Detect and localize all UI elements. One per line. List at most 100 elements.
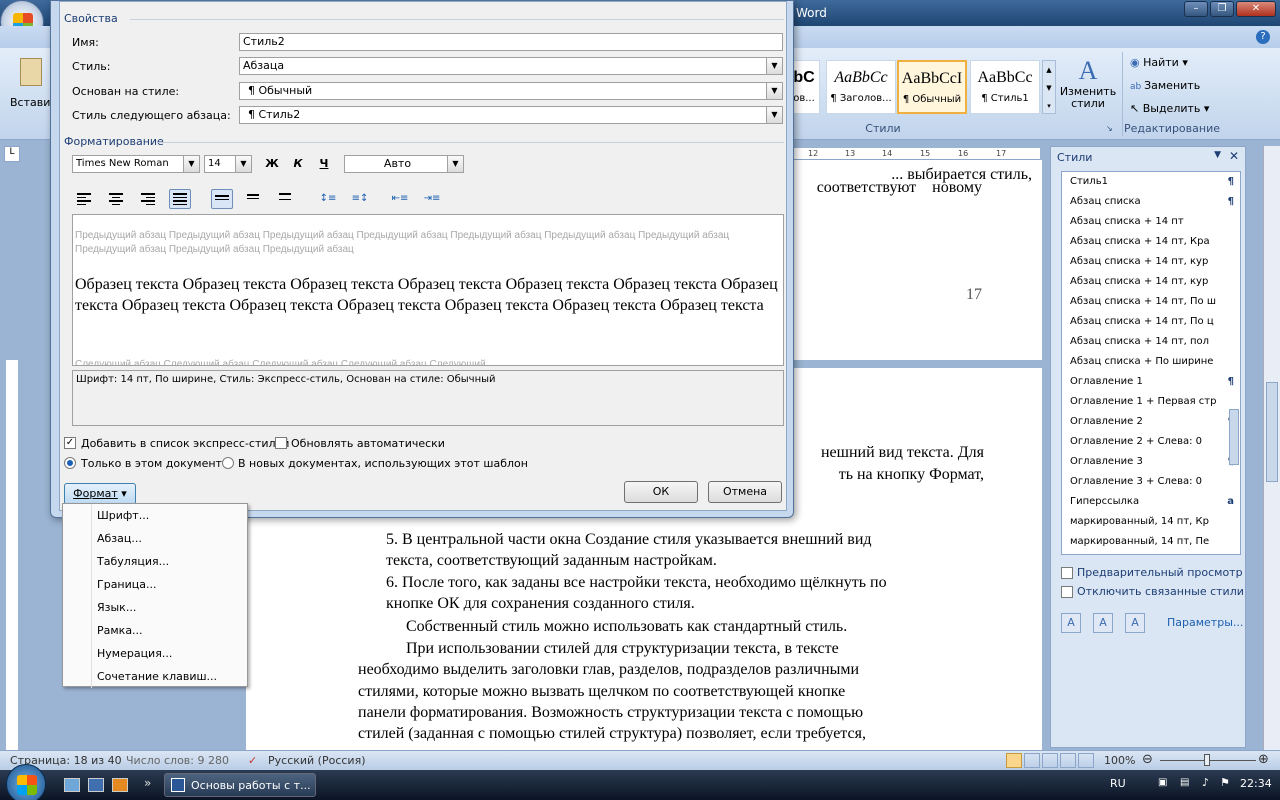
style-inspector-icon[interactable]: A: [1093, 613, 1113, 633]
style-tile-3[interactable]: AaBbCc ¶ Стиль1: [970, 60, 1040, 114]
close-window-button[interactable]: ✕: [1236, 1, 1276, 17]
double-spacing-button[interactable]: [275, 189, 297, 209]
taskbar-word-item[interactable]: Основы работы с т...: [164, 773, 316, 797]
help-icon[interactable]: ?: [1256, 30, 1270, 44]
params-link[interactable]: Параметры...: [1167, 616, 1243, 629]
scroll-thumb[interactable]: [1266, 382, 1278, 482]
maximize-button[interactable]: ❐: [1210, 1, 1234, 17]
manage-styles-icon[interactable]: A: [1125, 613, 1145, 633]
start-button[interactable]: [6, 764, 46, 800]
style-item[interactable]: Абзац списка ¶: [1062, 192, 1240, 212]
based-on-select[interactable]: ¶ Обычный ▼: [239, 82, 783, 100]
outline-view-icon[interactable]: [1060, 753, 1076, 768]
style-item[interactable]: Абзац списка + 14 пт, По ц: [1062, 312, 1240, 332]
styles-gallery-scroll[interactable]: ▲ ▼ ▾: [1042, 60, 1056, 114]
input-language[interactable]: RU: [1110, 777, 1126, 790]
reading-layout-icon[interactable]: [1024, 753, 1040, 768]
close-pane-icon[interactable]: ✕: [1229, 149, 1239, 163]
increase-spacing-button[interactable]: ↕≡: [317, 189, 339, 209]
network-icon[interactable]: ▤: [1180, 777, 1189, 788]
style-item[interactable]: Абзац списка + 14 пт: [1062, 212, 1240, 232]
font-size-select[interactable]: 14 ▼: [204, 155, 252, 173]
media-player-icon[interactable]: [112, 778, 128, 792]
styles-list-scrollbar[interactable]: [1229, 409, 1239, 465]
add-quick-styles-checkbox[interactable]: ✓: [64, 437, 76, 449]
style-item[interactable]: Гиперссылка a: [1062, 492, 1240, 512]
style-item[interactable]: маркированный, 14 пт, Пе: [1062, 532, 1240, 552]
format-button[interactable]: Формат ▾: [64, 483, 136, 505]
language-indicator[interactable]: Русский (Россия): [268, 754, 366, 767]
style-item[interactable]: Абзац списка + По ширине: [1062, 352, 1240, 372]
style-item[interactable]: маркированный, 14 пт, Кр: [1062, 512, 1240, 532]
one-half-spacing-button[interactable]: [243, 189, 265, 209]
style-type-select[interactable]: Абзаца ▼: [239, 57, 783, 75]
name-field[interactable]: Стиль2: [239, 33, 783, 51]
quicklaunch-more-icon[interactable]: »: [144, 776, 151, 790]
explorer-icon[interactable]: [64, 778, 80, 792]
desktop-icon[interactable]: [88, 778, 104, 792]
style-item[interactable]: Абзац списка + 14 пт, По ш: [1062, 292, 1240, 312]
style-item[interactable]: Оглавление 1 ¶: [1062, 372, 1240, 392]
style-item[interactable]: Оглавление 2¶: [1062, 412, 1240, 432]
tab-selector-icon[interactable]: L: [4, 146, 20, 162]
justify-button[interactable]: [169, 189, 191, 209]
spellcheck-icon[interactable]: ✓: [248, 754, 257, 767]
flag-icon[interactable]: ⚑: [1220, 776, 1230, 789]
style-item[interactable]: Оглавление 3¶: [1062, 452, 1240, 472]
vertical-ruler[interactable]: [6, 360, 18, 750]
zoom-out-icon[interactable]: ⊖: [1142, 752, 1153, 767]
clock[interactable]: 22:34: [1240, 777, 1272, 790]
zoom-slider-thumb[interactable]: [1204, 754, 1210, 766]
cancel-button[interactable]: Отмена: [708, 481, 782, 503]
horizontal-ruler[interactable]: 12 13 14 15 16 17: [790, 148, 1040, 160]
styles-list[interactable]: Стиль1 ¶ Абзац списка ¶ Абзац списка + 14 …: [1061, 171, 1241, 555]
select-button[interactable]: ↖ Выделить ▾: [1130, 102, 1209, 115]
auto-update-checkbox[interactable]: [275, 437, 287, 449]
style-item[interactable]: Стиль1 ¶: [1062, 172, 1240, 192]
change-styles-button[interactable]: A Изменить стили: [1058, 56, 1118, 126]
web-layout-icon[interactable]: [1042, 753, 1058, 768]
paste-button[interactable]: Встави: [8, 54, 50, 124]
single-spacing-button[interactable]: [211, 189, 233, 209]
next-style-select[interactable]: ¶ Стиль2 ▼: [239, 106, 783, 124]
styles-dialog-launcher-icon[interactable]: ↘: [1106, 124, 1116, 134]
tray-icon[interactable]: ▣: [1158, 777, 1167, 788]
align-left-button[interactable]: [73, 189, 95, 209]
font-name-select[interactable]: Times New Roman ▼: [72, 155, 200, 173]
decrease-spacing-button[interactable]: ≡↕: [349, 189, 371, 209]
replace-button[interactable]: ab Заменить: [1130, 79, 1200, 92]
zoom-level[interactable]: 100%: [1104, 754, 1135, 767]
increase-indent-button[interactable]: ⇥≡: [421, 189, 443, 209]
only-this-document-radio[interactable]: [64, 457, 76, 469]
word-count[interactable]: Число слов: 9 280: [126, 754, 229, 767]
pane-options-icon[interactable]: ▼: [1214, 150, 1221, 160]
vertical-scrollbar[interactable]: [1263, 146, 1280, 750]
style-item[interactable]: Оглавление 1 + Первая стр: [1062, 392, 1240, 412]
style-item[interactable]: Абзац списка + 14 пт, кур: [1062, 252, 1240, 272]
style-tile-1[interactable]: AaBbCc ¶ Заголов...: [826, 60, 896, 114]
font-color-select[interactable]: Авто ▼: [344, 155, 464, 173]
style-item[interactable]: Абзац списка + 14 пт, кур: [1062, 272, 1240, 292]
align-center-button[interactable]: [105, 189, 127, 209]
preview-checkbox[interactable]: [1061, 567, 1073, 579]
underline-button[interactable]: Ч: [313, 154, 335, 174]
minimize-button[interactable]: –: [1184, 1, 1208, 17]
italic-button[interactable]: К: [287, 154, 309, 174]
style-item[interactable]: Абзац списка + 14 пт, пол: [1062, 332, 1240, 352]
find-button[interactable]: ◉ Найти ▾: [1130, 56, 1188, 69]
align-right-button[interactable]: [137, 189, 159, 209]
new-documents-radio[interactable]: [222, 457, 234, 469]
style-item[interactable]: Оглавление 3 + Слева: 0: [1062, 472, 1240, 492]
bold-button[interactable]: Ж: [261, 154, 283, 174]
new-style-icon[interactable]: A: [1061, 613, 1081, 633]
zoom-in-icon[interactable]: ⊕: [1258, 752, 1269, 767]
volume-icon[interactable]: ♪: [1202, 776, 1209, 789]
draft-view-icon[interactable]: [1078, 753, 1094, 768]
disable-linked-checkbox[interactable]: [1061, 586, 1073, 598]
style-tile-2[interactable]: AaBbCcI ¶ Обычный: [897, 60, 967, 114]
decrease-indent-button[interactable]: ⇤≡: [389, 189, 411, 209]
ok-button[interactable]: ОК: [624, 481, 698, 503]
style-item[interactable]: Абзац списка + 14 пт, Кра: [1062, 232, 1240, 252]
print-layout-icon[interactable]: [1006, 753, 1022, 768]
style-item[interactable]: Оглавление 2 + Слева: 0: [1062, 432, 1240, 452]
